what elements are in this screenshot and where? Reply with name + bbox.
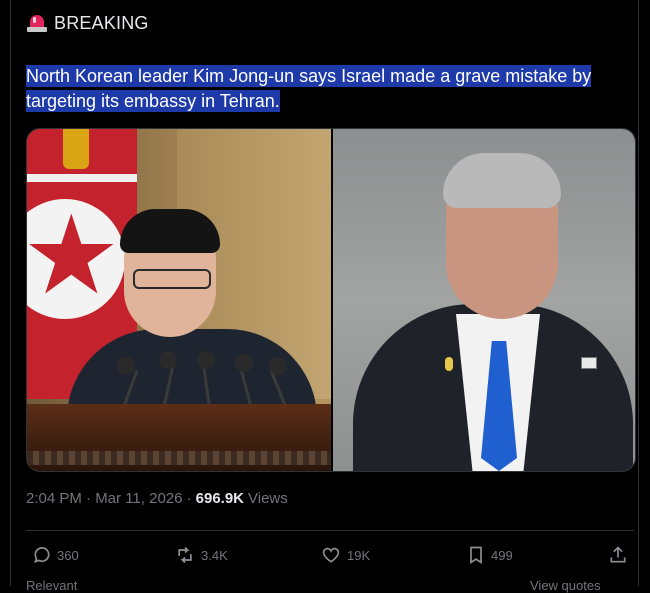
like-count: 19K xyxy=(347,547,371,563)
tweet-media[interactable]: ★ xyxy=(26,128,636,472)
repost-count: 3.4K xyxy=(201,547,228,563)
breaking-label: BREAKING xyxy=(26,11,149,35)
tweet-text: North Korean leader Kim Jong-un says Isr… xyxy=(26,64,626,114)
action-bar: 360 3.4K 19K 499 xyxy=(26,541,634,569)
timeline-border-right xyxy=(638,0,639,586)
siren-icon xyxy=(26,12,48,34)
share-icon xyxy=(608,545,628,565)
photo-netanyahu[interactable] xyxy=(333,129,635,471)
reply-count: 360 xyxy=(57,547,79,563)
like-button[interactable]: 19K xyxy=(320,541,370,569)
views-label: Views xyxy=(248,490,288,507)
reply-icon xyxy=(32,545,52,565)
bookmark-count: 499 xyxy=(491,547,513,563)
selected-headline: North Korean leader Kim Jong-un says Isr… xyxy=(26,65,592,112)
breaking-text: BREAKING xyxy=(54,12,149,33)
reply-button[interactable]: 360 xyxy=(32,541,79,569)
share-button[interactable] xyxy=(608,541,628,569)
tweet-metadata: 2:04 PM · Mar 11, 2026 · 696.9K Views xyxy=(26,490,288,507)
bookmark-button[interactable]: 499 xyxy=(466,541,513,569)
heart-icon xyxy=(320,545,342,565)
repost-button[interactable]: 3.4K xyxy=(174,541,228,569)
timestamp[interactable]: 2:04 PM · Mar 11, 2026 · xyxy=(26,490,192,507)
views-count: 696.9K xyxy=(195,490,245,507)
timeline-border-left xyxy=(10,0,11,586)
photo-kim-jong-un[interactable]: ★ xyxy=(27,129,331,471)
divider xyxy=(26,530,634,531)
bookmark-icon xyxy=(466,545,486,565)
repost-icon xyxy=(174,545,196,565)
